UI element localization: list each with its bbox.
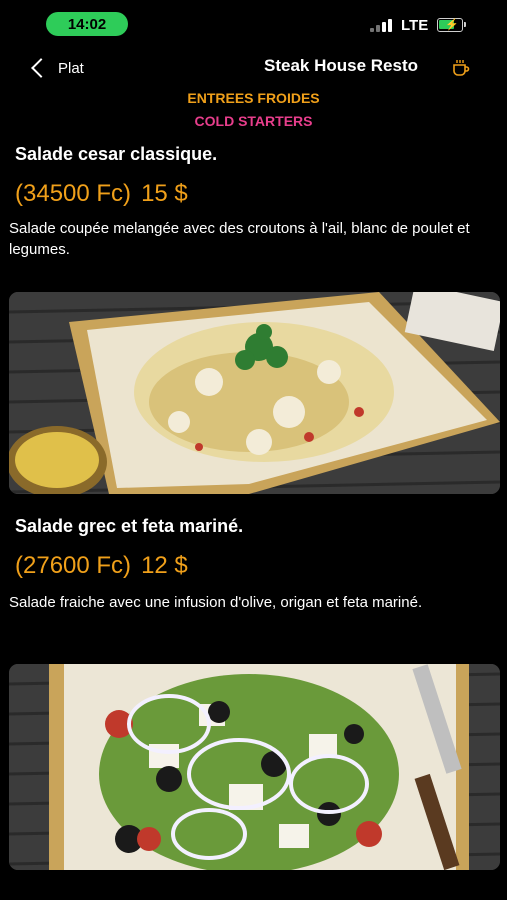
network-type: LTE: [401, 17, 429, 34]
signal-icon: [370, 18, 396, 32]
status-time: 14:02: [46, 12, 128, 36]
dish-description: Salade fraiche avec une infusion d'olive…: [9, 594, 423, 611]
chevron-left-icon: [31, 58, 51, 78]
dish-photo-cesar-salad[interactable]: [9, 292, 500, 494]
coffee-cup-icon: [453, 60, 470, 76]
dish-photo-greek-salad[interactable]: [9, 664, 500, 870]
nav-bar: Plat Steak House Resto: [0, 48, 507, 86]
status-bar: 14:02 LTE ⚡: [0, 0, 507, 48]
price-fc: (27600 Fc): [15, 552, 132, 579]
dish-description: Salade coupée melangée avec des croutons…: [9, 220, 470, 258]
back-label: Plat: [58, 59, 84, 77]
section-title-en: COLD STARTERS: [194, 113, 313, 129]
price-fc: (34500 Fc): [15, 180, 132, 207]
price-usd: 12 $: [141, 552, 188, 579]
dish-name[interactable]: Salade cesar classique.: [15, 144, 217, 165]
page-title: Steak House Resto: [264, 56, 418, 75]
back-button[interactable]: Plat: [28, 54, 84, 82]
battery-charging-icon: ⚡: [437, 18, 466, 32]
dish-name[interactable]: Salade grec et feta mariné.: [15, 516, 243, 537]
price-usd: 15 $: [141, 180, 188, 207]
section-title-fr: ENTREES FROIDES: [187, 90, 320, 106]
dish-price: (34500 Fc) 15 $: [15, 180, 188, 208]
dish-price: (27600 Fc) 12 $: [15, 552, 188, 580]
